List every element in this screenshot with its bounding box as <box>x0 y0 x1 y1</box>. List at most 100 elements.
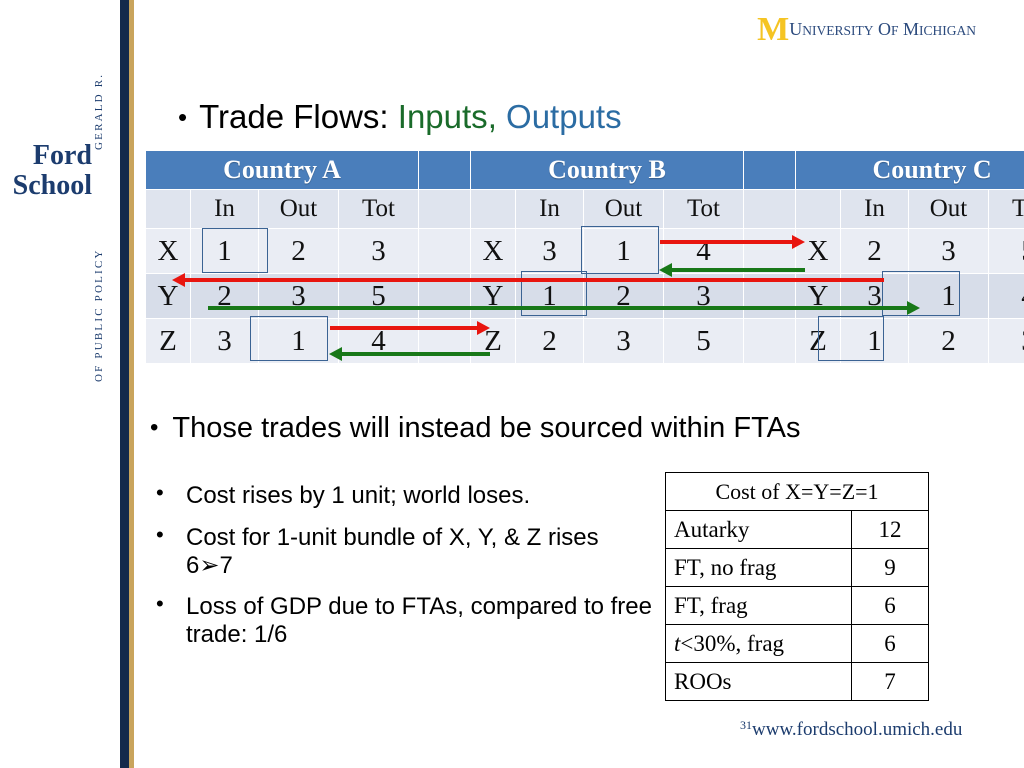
cell-a-x-in: 1 <box>190 228 259 274</box>
sub-bullet-icon-1: • <box>156 480 164 505</box>
subheader-gap-2 <box>743 189 796 229</box>
block-m-icon: M <box>757 11 789 48</box>
main-bullet-text: Those trades will instead be sourced wit… <box>172 412 801 444</box>
row-x-gap-2 <box>743 228 796 274</box>
brand-ford: Ford <box>32 140 92 171</box>
footer-url[interactable]: www.fordschool.umich.edu <box>752 719 962 740</box>
sub-bullet-text-1: Cost rises by 1 unit; world loses. <box>186 482 531 509</box>
sub-bullet-text-3: Loss of GDP due to FTAs, compared to fre… <box>186 593 652 649</box>
cost-row-label-ft-frag: FT, frag <box>665 586 852 625</box>
header-gap-2 <box>743 150 796 190</box>
cost-row-label-roos: ROOs <box>665 662 852 701</box>
university-of-michigan-wordmark: UNIVERSITY OF MICHIGAN <box>789 20 976 38</box>
cell-a-x-label: X <box>145 228 191 274</box>
subheader-a-in: In <box>190 189 259 229</box>
brand-vertical-rule <box>120 0 134 768</box>
title-outputs-text: Outputs <box>506 98 622 135</box>
slide-footer: 31www.fordschool.umich.edu <box>740 718 962 741</box>
cell-c-z-tot: 3 <box>987 318 1024 364</box>
main-bullet: • Those trades will instead be sourced wi… <box>150 412 800 445</box>
sub-bullet-list: • Cost rises by 1 unit; world loses. • C… <box>152 480 652 663</box>
brand-of-public-policy: OF PUBLIC POLICY <box>93 248 105 382</box>
cost-row-label-tariff-frag-rest: <30%, frag <box>680 630 785 656</box>
cell-c-x-in: 2 <box>840 228 909 274</box>
um-niversity: NIVERSITY <box>802 23 874 38</box>
table-row: Z 3 1 4 Z 2 3 5 Z 1 2 3 <box>145 318 1024 364</box>
cell-b-x-out: 1 <box>583 228 664 274</box>
subheader-a-blank <box>145 189 191 229</box>
brand-school: School <box>12 170 92 201</box>
table-subheader-row: In Out Tot In Out Tot In Out Tot <box>145 189 1024 229</box>
list-item: • Cost rises by 1 unit; world loses. <box>152 480 652 510</box>
cost-table-caption-row: Cost of X=Y=Z=1 <box>665 472 929 511</box>
title-inputs-text: Inputs <box>397 98 488 135</box>
cell-c-y-tot: 4 <box>987 273 1024 319</box>
slide-number: 31 <box>740 718 752 732</box>
list-item: • Cost for 1-unit bundle of X, Y, & Z ri… <box>152 521 652 580</box>
main-bullet-icon: • <box>150 414 159 441</box>
cost-summary-table: Cost of X=Y=Z=1 Autarky 12 FT, no frag 9… <box>665 472 929 701</box>
cell-a-z-in: 3 <box>190 318 259 364</box>
um-ichigan: ICHIGAN <box>919 23 976 38</box>
sub-bullet-icon-2: • <box>156 521 164 547</box>
subheader-b-in: In <box>515 189 584 229</box>
cell-b-z-tot: 5 <box>663 318 744 364</box>
maize-stripe <box>129 0 134 768</box>
cost-row-label-autarky: Autarky <box>665 510 852 549</box>
um-o: O <box>877 19 891 39</box>
header-country-b: Country B <box>470 150 744 190</box>
cell-a-z-label: Z <box>145 318 191 364</box>
cell-b-z-out: 3 <box>583 318 664 364</box>
row-x-gap-1 <box>418 228 471 274</box>
cost-row-value-autarky: 12 <box>851 510 929 549</box>
cost-row-label-tariff-frag: t<30%, frag <box>665 624 852 663</box>
subheader-b-blank <box>470 189 516 229</box>
header-country-c: Country C <box>794 150 1024 190</box>
brand-gerald-r: GERALD R. <box>93 72 105 150</box>
header-country-a: Country A <box>145 150 419 190</box>
subheader-c-tot: Tot <box>987 189 1024 229</box>
cell-c-y-out: 1 <box>908 273 989 319</box>
cost-row-value-tariff-frag: 6 <box>851 624 929 663</box>
cell-c-z-label: Z <box>795 318 841 364</box>
cell-b-x-tot: 4 <box>663 228 744 274</box>
cost-table-caption: Cost of X=Y=Z=1 <box>665 472 929 511</box>
cell-c-x-out: 3 <box>908 228 989 274</box>
um-u: U <box>789 19 803 39</box>
subheader-b-tot: Tot <box>663 189 744 229</box>
university-of-michigan-logo: M UNIVERSITY OF MICHIGAN <box>757 11 976 48</box>
navy-stripe <box>120 0 129 768</box>
cell-b-x-label: X <box>470 228 516 274</box>
um-m2: M <box>902 19 919 39</box>
subheader-gap-1 <box>418 189 471 229</box>
title-comma: , <box>487 98 497 135</box>
cell-b-x-in: 3 <box>515 228 584 274</box>
header-gap-1 <box>418 150 471 190</box>
table-row: FT, frag 6 <box>665 586 929 625</box>
cell-c-z-out: 2 <box>908 318 989 364</box>
cell-a-x-tot: 3 <box>338 228 419 274</box>
slide-title: • Trade Flows: Inputs, Outputs <box>178 98 622 136</box>
cost-row-value-ft-no-frag: 9 <box>851 548 929 587</box>
subheader-b-out: Out <box>583 189 664 229</box>
cost-row-value-ft-frag: 6 <box>851 586 929 625</box>
cell-a-x-out: 2 <box>258 228 339 274</box>
brand-sidebar: GERALD R. Ford School OF PUBLIC POLICY <box>0 0 120 768</box>
subheader-a-tot: Tot <box>338 189 419 229</box>
table-row: FT, no frag 9 <box>665 548 929 587</box>
table-row: t<30%, frag 6 <box>665 624 929 663</box>
subheader-a-out: Out <box>258 189 339 229</box>
table-row: Autarky 12 <box>665 510 929 549</box>
um-f: F <box>890 23 899 38</box>
cell-c-x-tot: 5 <box>987 228 1024 274</box>
sub-bullet-text-2: Cost for 1-unit bundle of X, Y, & Z rise… <box>186 523 599 579</box>
title-bullet-icon: • <box>178 102 188 132</box>
subheader-c-blank <box>795 189 841 229</box>
trade-flows-table: Country A Country B Country C In Out Tot… <box>145 150 1024 364</box>
list-item: • Loss of GDP due to FTAs, compared to f… <box>152 591 652 649</box>
title-main-text: Trade Flows: <box>199 98 389 135</box>
cell-c-z-in: 1 <box>840 318 909 364</box>
table-row: X 1 2 3 X 3 1 4 X 2 3 5 <box>145 228 1024 274</box>
cost-row-label-ft-no-frag: FT, no frag <box>665 548 852 587</box>
subheader-c-out: Out <box>908 189 989 229</box>
